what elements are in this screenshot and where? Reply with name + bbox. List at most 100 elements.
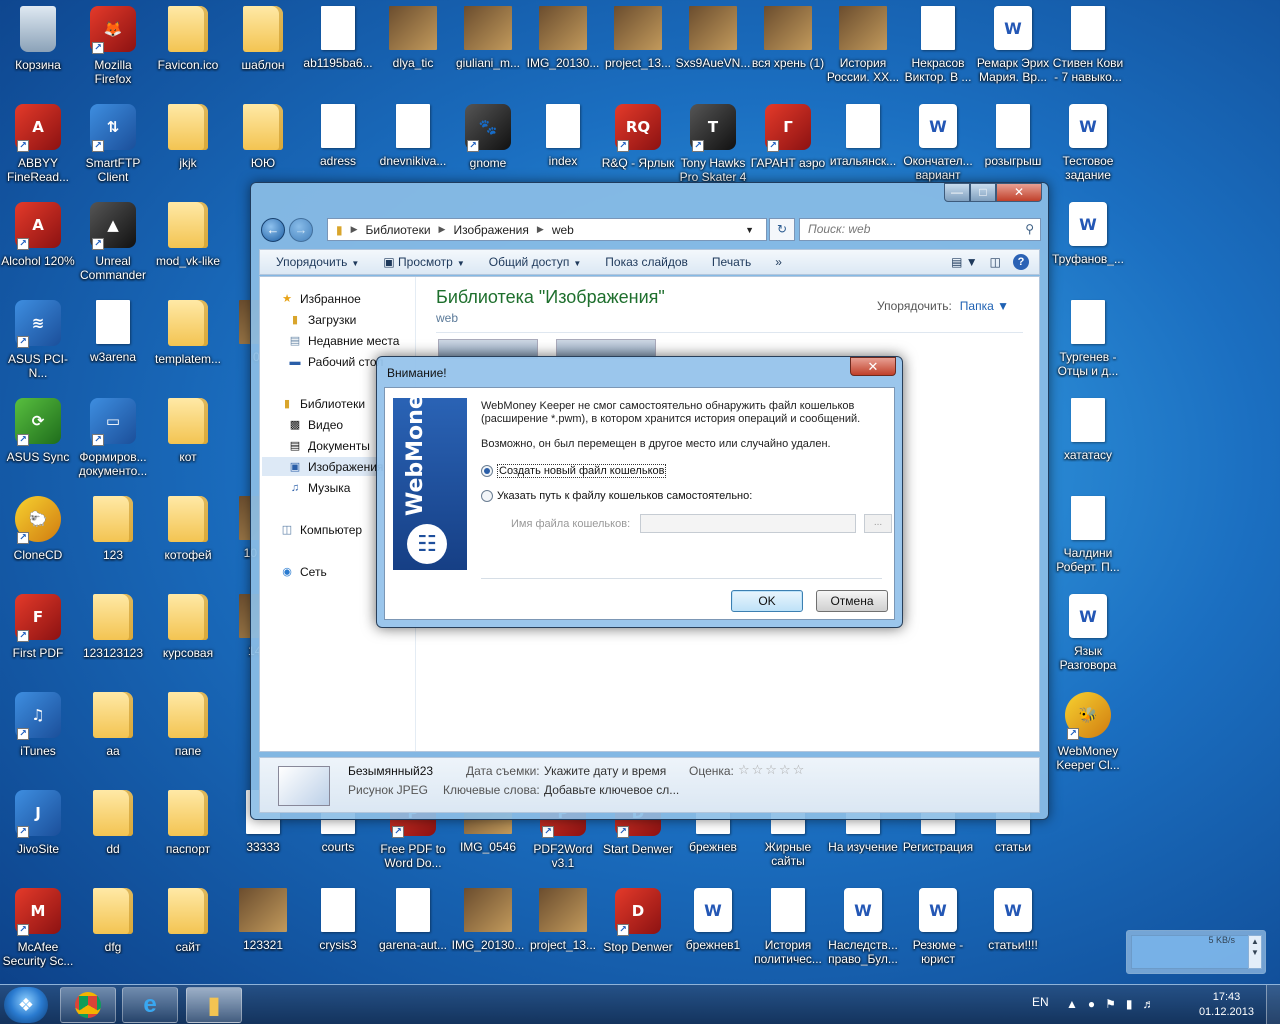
desktop-icon[interactable]: Тургенев - Отцы и д...: [1050, 296, 1126, 390]
desktop-icon[interactable]: Чалдини Роберт. П...: [1050, 492, 1126, 586]
desktop-icon[interactable]: garena-aut...: [375, 884, 451, 978]
maximize-button[interactable]: □: [970, 183, 996, 202]
desktop-icon[interactable]: Sxs9AueVN...: [675, 2, 751, 96]
desktop-icon[interactable]: w3arena: [75, 296, 151, 390]
desktop-icon[interactable]: Г ↗ ГАРАНТ аэро: [750, 100, 826, 194]
print-button[interactable]: Печать: [712, 255, 751, 269]
dialog-close-button[interactable]: ✕: [850, 357, 896, 376]
desktop-icon[interactable]: 🐾 ↗ gnome: [450, 100, 526, 194]
start-button[interactable]: ❖: [4, 987, 48, 1023]
nav-libraries[interactable]: ▮ Библиотеки: [280, 394, 365, 413]
nav-desktop[interactable]: ▬ Рабочий стол: [288, 352, 384, 371]
desktop-icon[interactable]: W Наследств... право_Бул...: [825, 884, 901, 978]
desktop-icon[interactable]: A ↗ ABBYY FineRead...: [0, 100, 76, 194]
network-meter-widget[interactable]: 5 KB/s ▲ ▼: [1126, 930, 1266, 974]
chevron-down-icon[interactable]: ▼: [745, 225, 754, 235]
filename-input[interactable]: [640, 514, 856, 533]
desktop-icon[interactable]: ♫ ↗ iTunes: [0, 688, 76, 782]
radio-button-icon[interactable]: [481, 465, 493, 477]
desktop-icon[interactable]: ♫ итальянск...: [825, 100, 901, 194]
desktop-icon[interactable]: RQ ↗ R&Q - Ярлык: [600, 100, 676, 194]
desktop-icon[interactable]: ЮЮ: [225, 100, 301, 194]
desktop-icon[interactable]: project_13...: [525, 884, 601, 978]
desktop-icon[interactable]: Некрасов Виктор. В ...: [900, 2, 976, 96]
desktop-icon[interactable]: IMG_20130...: [525, 2, 601, 96]
desktop-icon[interactable]: A ↗ Alcohol 120%: [0, 198, 76, 292]
desktop-icon[interactable]: giuliani_m...: [450, 2, 526, 96]
rating-stars-icon[interactable]: ☆☆☆☆☆: [738, 762, 806, 778]
nav-documents[interactable]: ▤ Документы: [288, 436, 370, 455]
desktop-icon[interactable]: ≋ ↗ ASUS PCI-N...: [0, 296, 76, 390]
desktop-icon[interactable]: 123123123: [75, 590, 151, 684]
desktop-icon[interactable]: 🐝 ↗ WebMoney Keeper Cl...: [1050, 688, 1126, 782]
desktop-icon[interactable]: 🐑 ↗ CloneCD: [0, 492, 76, 586]
nav-favorites[interactable]: ★ Избранное: [280, 289, 361, 308]
desktop-icon[interactable]: W Ремарк Эрих Мария. Вр...: [975, 2, 1051, 96]
nav-downloads[interactable]: ▮ Загрузки: [288, 310, 356, 329]
search-icon[interactable]: ⚲: [1025, 219, 1034, 240]
nav-video[interactable]: ▩ Видео: [288, 415, 343, 434]
radio-button-icon[interactable]: [481, 490, 493, 502]
desktop-icon[interactable]: index: [525, 100, 601, 194]
breadcrumb-item[interactable]: Изображения: [453, 223, 528, 237]
desktop-icon[interactable]: Корзина: [0, 2, 76, 96]
desktop-icon[interactable]: jkjk: [150, 100, 226, 194]
radio-create-new[interactable]: Создать новый файл кошельков: [481, 464, 667, 478]
desktop-icon[interactable]: кот: [150, 394, 226, 488]
desktop-icon[interactable]: F ↗ First PDF: [0, 590, 76, 684]
breadcrumb-item[interactable]: Библиотеки: [366, 223, 431, 237]
desktop-icon[interactable]: розыгрыш: [975, 100, 1051, 194]
nav-music[interactable]: ♫ Музыка: [288, 478, 351, 497]
share-menu[interactable]: Общий доступ ▼: [489, 255, 582, 269]
desktop-icon[interactable]: IMG_20130...: [450, 884, 526, 978]
desktop-icon[interactable]: История России. ХХ...: [825, 2, 901, 96]
desktop-icon[interactable]: курсовая: [150, 590, 226, 684]
show-desktop-button[interactable]: [1266, 985, 1280, 1024]
desktop-icon[interactable]: W Труфанов_...: [1050, 198, 1126, 292]
desktop-icon[interactable]: папе: [150, 688, 226, 782]
desktop-icon[interactable]: W Язык Разговора: [1050, 590, 1126, 684]
radio-browse-path[interactable]: Указать путь к файлу кошельков самостоят…: [481, 490, 752, 502]
desktop-icon[interactable]: Wстатьи!!!!: [975, 884, 1051, 978]
nav-recent[interactable]: ▤ Недавние места: [288, 331, 400, 350]
change-view-icon[interactable]: ▤ ▼: [951, 255, 978, 269]
more-button[interactable]: »: [775, 255, 782, 269]
desktop-icon[interactable]: ⟳ ↗ ASUS Sync: [0, 394, 76, 488]
desktop-icon[interactable]: 123: [75, 492, 151, 586]
taskbar-ie[interactable]: e: [122, 987, 178, 1023]
language-indicator[interactable]: EN: [1032, 995, 1049, 1009]
desktop-icon[interactable]: templatem...: [150, 296, 226, 390]
taskbar-chrome[interactable]: [60, 987, 116, 1023]
desktop-icon[interactable]: Стивен Кови - 7 навыко...: [1050, 2, 1126, 96]
date-value[interactable]: Укажите дату и время: [544, 764, 666, 778]
view-menu[interactable]: ▣ Просмотр ▼: [383, 255, 464, 269]
show-hidden-icons-icon[interactable]: ▲: [1066, 997, 1078, 1011]
desktop-icon[interactable]: dlya_tic: [375, 2, 451, 96]
desktop-icon[interactable]: ▭ ↗ Формиров... документо...: [75, 394, 151, 488]
forward-arrow-icon[interactable]: →: [289, 218, 313, 242]
refresh-button[interactable]: ↻: [769, 218, 795, 241]
cancel-button[interactable]: Отмена: [816, 590, 888, 612]
flag-icon[interactable]: ⚑: [1105, 997, 1116, 1011]
desktop-icon[interactable]: dnevnikiva...: [375, 100, 451, 194]
desktop-icon[interactable]: Wбрежнев1: [675, 884, 751, 978]
desktop-icon[interactable]: W Окончател... вариант: [900, 100, 976, 194]
desktop-icon[interactable]: W Тестовое задание: [1050, 100, 1126, 194]
taskbar-explorer[interactable]: ▮: [186, 987, 242, 1023]
desktop-icon[interactable]: ⇅ ↗ SmartFTP Client: [75, 100, 151, 194]
arrange-value[interactable]: Папка ▼: [960, 299, 1009, 313]
clock[interactable]: 17:43 01.12.2013: [1199, 990, 1254, 1020]
desktop-icon[interactable]: аа: [75, 688, 151, 782]
desktop-icon[interactable]: dd: [75, 786, 151, 880]
volume-icon[interactable]: ♬: [1143, 997, 1155, 1011]
help-icon[interactable]: ?: [1013, 254, 1029, 270]
desktop-icon[interactable]: W Резюме - юрист: [900, 884, 976, 978]
close-button[interactable]: ✕: [996, 183, 1042, 202]
organize-menu[interactable]: Упорядочить ▼: [276, 255, 359, 269]
preview-pane-icon[interactable]: ◫: [990, 255, 1001, 269]
slideshow-button[interactable]: Показ слайдов: [605, 255, 688, 269]
desktop-icon[interactable]: вся хрень (1): [750, 2, 826, 96]
ok-button[interactable]: OK: [731, 590, 803, 612]
minimize-button[interactable]: —: [944, 183, 970, 202]
desktop-icon[interactable]: mod_vk-like: [150, 198, 226, 292]
